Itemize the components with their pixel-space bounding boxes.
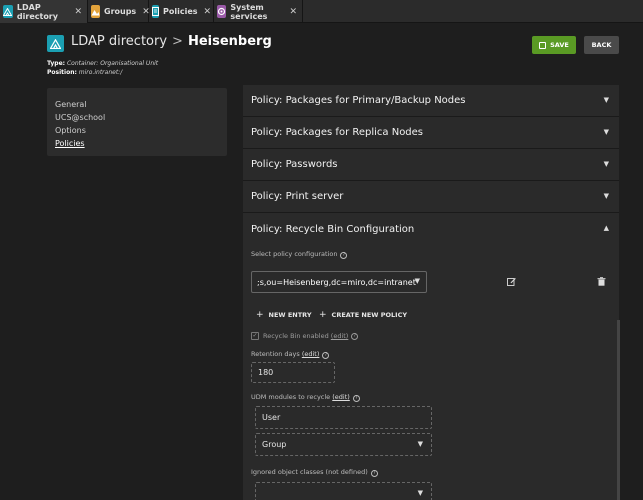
help-icon[interactable]: ?: [352, 395, 360, 402]
udm-module-field[interactable]: User: [255, 406, 432, 429]
edit-icon[interactable]: [507, 277, 516, 286]
tab-label: LDAP directory: [16, 2, 58, 21]
policy-title: Policy: Recycle Bin Configuration: [251, 223, 415, 235]
policy-section-header[interactable]: Policy: Recycle Bin Configuration ▲: [243, 213, 619, 245]
chevron-down-icon: ▼: [603, 96, 609, 104]
policy-section-header[interactable]: Policy: Print server ▼: [243, 181, 619, 213]
chevron-up-icon: ▲: [603, 224, 609, 232]
sidebar-item-general[interactable]: General: [55, 98, 219, 111]
save-button[interactable]: SAVE: [532, 36, 576, 54]
tab-label: System services: [230, 2, 268, 21]
tab-groups[interactable]: Groups ✕: [88, 0, 150, 23]
udm-module-select[interactable]: Group ▼: [255, 433, 432, 456]
edit-link[interactable]: (edit): [302, 350, 320, 358]
breadcrumb-current: Heisenberg: [187, 34, 272, 49]
retention-value: 180: [258, 368, 274, 377]
create-policy-label: CREATE NEW POLICY: [331, 311, 408, 319]
scrollbar[interactable]: [617, 320, 620, 500]
groups-icon: [91, 5, 100, 18]
retention-days-label: Retention days (edit)?: [251, 350, 330, 359]
chevron-down-icon: ▼: [603, 192, 609, 200]
plus-icon: +: [256, 310, 264, 320]
chevron-down-icon: ▼: [603, 128, 609, 136]
label-text: Select policy configuration: [251, 250, 338, 258]
tab-policies[interactable]: Policies ✕: [149, 0, 214, 23]
sidebar: General UCS@school Options Policies: [47, 88, 227, 156]
type-label: Type:: [47, 60, 66, 67]
type-value: Container: Organisational Unit: [66, 60, 159, 67]
module-value: Group: [262, 440, 287, 449]
tab-ldap-directory[interactable]: LDAP directory ✕: [0, 0, 88, 23]
help-icon[interactable]: ?: [340, 252, 348, 259]
position-value: miro.intranet:/: [78, 69, 123, 76]
policies-icon: [152, 5, 159, 18]
position-label: Position:: [47, 69, 77, 76]
close-icon[interactable]: ✕: [204, 7, 212, 17]
trash-icon[interactable]: [597, 277, 606, 286]
save-label: SAVE: [550, 41, 569, 49]
chevron-down-icon: ▼: [603, 160, 609, 168]
select-value: ;s,ou=Heisenberg,dc=miro,dc=intranet: [257, 277, 416, 287]
system-services-icon: [217, 5, 227, 18]
recycle-bin-enabled-row: ✓ Recycle Bin enabled (edit)?: [251, 332, 359, 340]
retention-days-field[interactable]: 180: [251, 362, 335, 383]
sidebar-item-ucsschool[interactable]: UCS@school: [55, 111, 219, 124]
close-icon[interactable]: ✕: [74, 7, 82, 17]
help-icon[interactable]: ?: [322, 352, 330, 359]
save-icon: [539, 41, 547, 49]
tab-label: Policies: [163, 7, 198, 16]
sidebar-item-policies[interactable]: Policies: [55, 137, 219, 150]
chevron-right-icon: >: [172, 34, 183, 49]
ignored-classes-label: Ignored object classes (not defined)?: [251, 468, 378, 477]
enabled-label: Recycle Bin enabled: [263, 332, 329, 340]
chevron-down-icon: ▼: [417, 489, 423, 497]
policy-title: Policy: Packages for Replica Nodes: [251, 127, 424, 138]
label-text: Ignored object classes (not defined): [251, 468, 368, 476]
edit-link[interactable]: (edit): [331, 332, 349, 340]
plus-icon: +: [319, 310, 327, 320]
policy-title: Policy: Print server: [251, 191, 344, 202]
help-icon[interactable]: ?: [351, 332, 359, 340]
policy-section-header[interactable]: Policy: Packages for Primary/Backup Node…: [243, 85, 619, 117]
ldap-icon: [47, 35, 64, 52]
new-entry-button[interactable]: + NEW ENTRY: [256, 310, 312, 320]
breadcrumb-root[interactable]: LDAP directory: [71, 34, 167, 49]
tab-label: Groups: [104, 7, 137, 16]
breadcrumb: LDAP directory > Heisenberg: [71, 34, 272, 49]
policy-title: Policy: Passwords: [251, 159, 338, 170]
sidebar-item-options[interactable]: Options: [55, 124, 219, 137]
close-icon[interactable]: ✕: [289, 7, 297, 17]
label-text: UDM modules to recycle: [251, 393, 331, 401]
object-meta: Type: Container: Organisational Unit Pos…: [47, 59, 158, 77]
ldap-icon: [3, 5, 13, 18]
back-button[interactable]: BACK: [584, 36, 619, 54]
create-new-policy-button[interactable]: + CREATE NEW POLICY: [319, 310, 407, 320]
tab-system-services[interactable]: System services ✕: [214, 0, 303, 23]
edit-link[interactable]: (edit): [332, 393, 350, 401]
chevron-down-icon: ▼: [417, 440, 423, 448]
module-value: User: [262, 413, 281, 422]
policy-section-header[interactable]: Policy: Passwords ▼: [243, 149, 619, 181]
help-icon[interactable]: ?: [370, 470, 378, 477]
recycle-bin-enabled-checkbox[interactable]: ✓: [251, 332, 259, 340]
policy-config-select[interactable]: ;s,ou=Heisenberg,dc=miro,dc=intranet ▼: [251, 271, 427, 293]
label-text: Retention days: [251, 350, 300, 358]
ignored-classes-select[interactable]: ▼: [255, 482, 432, 500]
tab-bar: LDAP directory ✕ Groups ✕ Policies ✕ Sys…: [0, 0, 643, 23]
chevron-down-icon: ▼: [414, 277, 420, 285]
select-policy-label: Select policy configuration?: [251, 250, 348, 259]
udm-modules-label: UDM modules to recycle (edit)?: [251, 393, 360, 402]
policy-title: Policy: Packages for Primary/Backup Node…: [251, 95, 466, 106]
new-entry-label: NEW ENTRY: [268, 311, 312, 319]
policy-section-header[interactable]: Policy: Packages for Replica Nodes ▼: [243, 117, 619, 149]
